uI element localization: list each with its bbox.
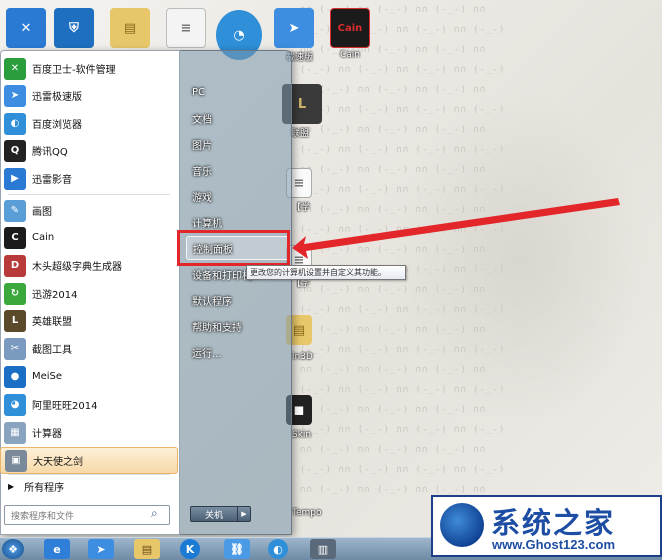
network-icon[interactable]: ⛓ bbox=[224, 539, 250, 559]
tooltip-text: 更改您的计算机设置并自定义其功能。 bbox=[250, 268, 386, 277]
browser-icon[interactable]: ◐ bbox=[268, 539, 288, 559]
start-orb-icon[interactable]: ❖ bbox=[2, 539, 24, 559]
thunder-icon[interactable]: ➤ bbox=[88, 539, 114, 559]
notepad-icon[interactable]: ▤ bbox=[134, 539, 160, 559]
kugou-icon[interactable]: K bbox=[180, 539, 200, 559]
logo-url: www.Ghost123.com bbox=[492, 537, 616, 552]
chart-app-icon[interactable]: ▥ bbox=[310, 539, 336, 559]
logo-title: 系统之家 bbox=[491, 506, 616, 540]
ie-icon[interactable]: e bbox=[44, 539, 70, 559]
logo-mark-icon bbox=[440, 503, 484, 547]
tooltip: 更改您的计算机设置并自定义其功能。 bbox=[246, 265, 406, 280]
annotation-arrow bbox=[292, 198, 620, 259]
